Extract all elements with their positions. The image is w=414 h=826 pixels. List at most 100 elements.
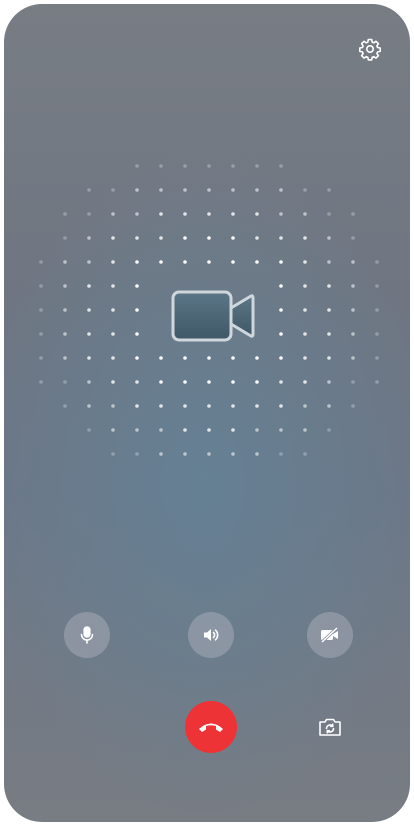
pattern-dot: [351, 236, 355, 240]
pattern-dot: [375, 284, 379, 288]
pattern-dot: [255, 188, 259, 192]
pattern-dot: [183, 212, 187, 216]
pattern-dot: [159, 404, 163, 408]
pattern-dot: [303, 452, 307, 456]
pattern-dot: [351, 356, 355, 360]
pattern-dot: [183, 236, 187, 240]
video-call-indicator: [170, 288, 256, 344]
pattern-dot: [375, 380, 379, 384]
dot-pattern: [39, 164, 379, 456]
pattern-dot: [255, 428, 259, 432]
pattern-dot: [159, 452, 163, 456]
pattern-dot: [327, 188, 331, 192]
pattern-dot: [159, 212, 163, 216]
pattern-dot: [255, 236, 259, 240]
switch-camera-icon: [319, 718, 341, 736]
pattern-dot: [183, 356, 187, 360]
pattern-dot: [87, 308, 91, 312]
pattern-dot: [279, 308, 283, 312]
pattern-dot: [327, 356, 331, 360]
phone-hangup-icon: [199, 723, 223, 732]
pattern-dot: [327, 212, 331, 216]
pattern-dot: [63, 356, 67, 360]
pattern-dot: [135, 380, 139, 384]
pattern-dot: [303, 284, 307, 288]
pattern-dot: [255, 212, 259, 216]
pattern-dot: [159, 164, 163, 168]
pattern-dot: [279, 428, 283, 432]
pattern-dot: [279, 164, 283, 168]
pattern-dot: [279, 332, 283, 336]
pattern-dot: [183, 188, 187, 192]
microphone-icon: [80, 626, 94, 644]
pattern-dot: [159, 236, 163, 240]
pattern-dot: [303, 404, 307, 408]
pattern-dot: [63, 260, 67, 264]
pattern-dot: [327, 260, 331, 264]
pattern-dot: [279, 404, 283, 408]
pattern-dot: [231, 188, 235, 192]
pattern-dot: [87, 212, 91, 216]
pattern-dot: [207, 164, 211, 168]
pattern-dot: [63, 308, 67, 312]
pattern-dot: [183, 452, 187, 456]
pattern-dot: [87, 236, 91, 240]
pattern-dot: [207, 212, 211, 216]
pattern-dot: [231, 380, 235, 384]
end-call-button[interactable]: [185, 701, 237, 753]
pattern-dot: [63, 236, 67, 240]
pattern-dot: [135, 212, 139, 216]
pattern-dot: [231, 236, 235, 240]
pattern-dot: [279, 212, 283, 216]
pattern-dot: [279, 284, 283, 288]
video-camera-icon: [171, 290, 255, 342]
pattern-dot: [351, 284, 355, 288]
pattern-dot: [39, 308, 43, 312]
pattern-dot: [111, 284, 115, 288]
pattern-dot: [255, 380, 259, 384]
pattern-dot: [303, 236, 307, 240]
pattern-dot: [87, 428, 91, 432]
pattern-dot: [39, 332, 43, 336]
pattern-dot: [207, 452, 211, 456]
pattern-dot: [327, 236, 331, 240]
pattern-dot: [279, 380, 283, 384]
speaker-button[interactable]: [188, 612, 234, 658]
pattern-dot: [87, 284, 91, 288]
pattern-dot: [351, 260, 355, 264]
pattern-dot: [111, 188, 115, 192]
pattern-dot: [279, 452, 283, 456]
pattern-dot: [135, 452, 139, 456]
pattern-dot: [255, 260, 259, 264]
pattern-dot: [303, 308, 307, 312]
pattern-dot: [207, 428, 211, 432]
pattern-dot: [183, 164, 187, 168]
pattern-dot: [303, 212, 307, 216]
pattern-dot: [327, 428, 331, 432]
pattern-dot: [303, 260, 307, 264]
pattern-dot: [63, 212, 67, 216]
pattern-dot: [231, 428, 235, 432]
mute-button[interactable]: [64, 612, 110, 658]
pattern-dot: [39, 260, 43, 264]
pattern-dot: [111, 332, 115, 336]
camera-toggle-button[interactable]: [307, 612, 353, 658]
switch-camera-button[interactable]: [316, 713, 344, 741]
pattern-dot: [303, 356, 307, 360]
pattern-dot: [135, 404, 139, 408]
pattern-dot: [111, 308, 115, 312]
pattern-dot: [279, 236, 283, 240]
pattern-dot: [327, 404, 331, 408]
pattern-dot: [39, 356, 43, 360]
pattern-dot: [183, 404, 187, 408]
pattern-dot: [63, 332, 67, 336]
pattern-dot: [375, 332, 379, 336]
pattern-dot: [135, 356, 139, 360]
pattern-dot: [111, 404, 115, 408]
pattern-dot: [303, 188, 307, 192]
pattern-dot: [279, 356, 283, 360]
pattern-dot: [303, 332, 307, 336]
pattern-dot: [159, 188, 163, 192]
pattern-dot: [39, 284, 43, 288]
pattern-dot: [135, 260, 139, 264]
